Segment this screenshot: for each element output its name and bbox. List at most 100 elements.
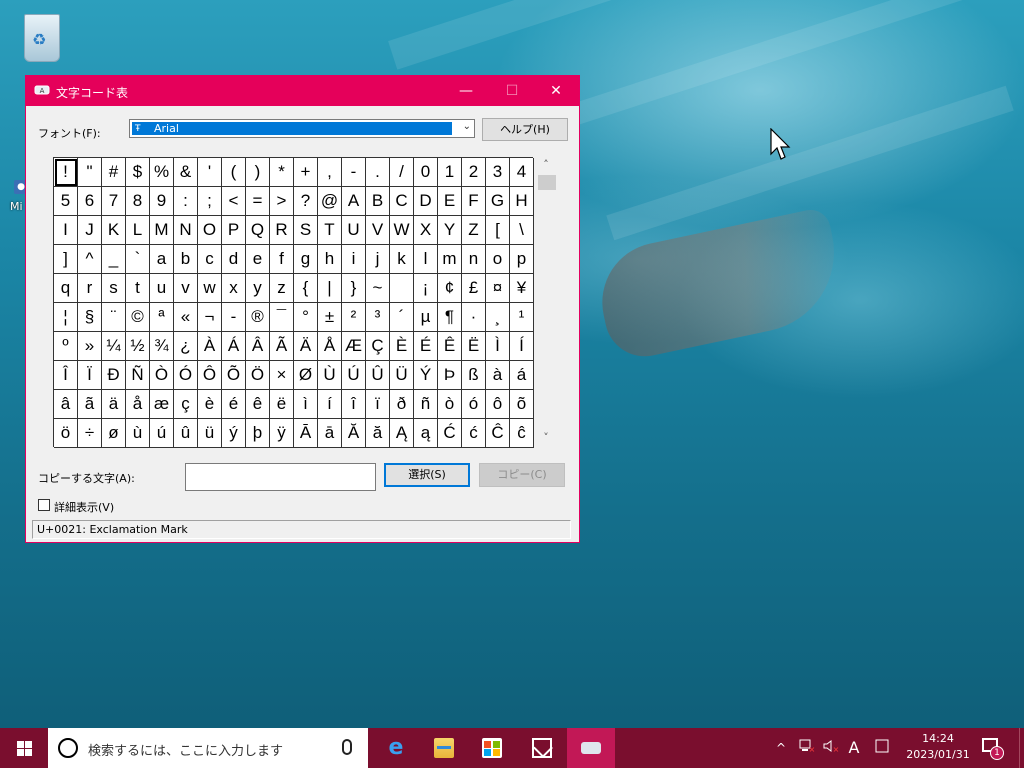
char-cell[interactable]: B	[366, 187, 390, 216]
char-cell[interactable]: 6	[78, 187, 102, 216]
char-cell[interactable]: p	[510, 245, 534, 274]
char-cell[interactable]: Á	[222, 332, 246, 361]
char-cell[interactable]: Ð	[102, 361, 126, 390]
char-cell[interactable]: ĉ	[510, 419, 534, 448]
char-cell[interactable]: Ç	[366, 332, 390, 361]
char-cell[interactable]: º	[54, 332, 78, 361]
char-cell[interactable]: O	[198, 216, 222, 245]
char-cell[interactable]: ô	[486, 390, 510, 419]
char-cell[interactable]: ª	[150, 303, 174, 332]
char-cell[interactable]: c	[198, 245, 222, 274]
char-cell[interactable]: ø	[102, 419, 126, 448]
char-cell[interactable]: û	[174, 419, 198, 448]
char-cell[interactable]: Z	[462, 216, 486, 245]
char-cell[interactable]: ¡	[414, 274, 438, 303]
char-cell[interactable]: Ø	[294, 361, 318, 390]
char-cell[interactable]: Ï	[78, 361, 102, 390]
copy-button[interactable]: コピー(C)	[479, 463, 565, 487]
char-cell[interactable]: $	[126, 158, 150, 187]
char-cell[interactable]: Y	[438, 216, 462, 245]
char-cell[interactable]: <	[222, 187, 246, 216]
char-cell[interactable]: 5	[54, 187, 78, 216]
char-cell[interactable]: {	[294, 274, 318, 303]
char-cell[interactable]: T	[318, 216, 342, 245]
char-cell[interactable]: À	[198, 332, 222, 361]
advanced-view-checkbox[interactable]	[38, 499, 50, 511]
char-cell[interactable]: ÷	[78, 419, 102, 448]
char-cell[interactable]: L	[126, 216, 150, 245]
charmap-taskbar-button[interactable]	[567, 728, 615, 768]
mail-taskbar-button[interactable]	[518, 728, 566, 768]
recycle-bin-icon[interactable]: ♻	[20, 8, 64, 70]
char-cell[interactable]: Þ	[438, 361, 462, 390]
char-cell[interactable]: ¯	[270, 303, 294, 332]
char-cell[interactable]: þ	[246, 419, 270, 448]
char-cell[interactable]: (	[222, 158, 246, 187]
char-cell[interactable]: 0	[414, 158, 438, 187]
char-cell[interactable]: Ê	[438, 332, 462, 361]
char-cell[interactable]: ¨	[102, 303, 126, 332]
char-cell[interactable]: =	[246, 187, 270, 216]
char-cell[interactable]: ā	[318, 419, 342, 448]
char-cell[interactable]: ©	[126, 303, 150, 332]
char-cell[interactable]: ý	[222, 419, 246, 448]
char-cell[interactable]: ¸	[486, 303, 510, 332]
select-button[interactable]: 選択(S)	[384, 463, 470, 487]
char-cell[interactable]: ă	[366, 419, 390, 448]
char-cell[interactable]: µ	[414, 303, 438, 332]
char-cell[interactable]: ¬	[198, 303, 222, 332]
char-cell[interactable]: ¾	[150, 332, 174, 361]
char-cell[interactable]: ã	[78, 390, 102, 419]
char-cell[interactable]: ?	[294, 187, 318, 216]
char-cell[interactable]: ¢	[438, 274, 462, 303]
char-cell[interactable]: ç	[174, 390, 198, 419]
char-cell[interactable]: t	[126, 274, 150, 303]
explorer-taskbar-button[interactable]	[420, 728, 468, 768]
char-cell[interactable]: Ù	[318, 361, 342, 390]
char-cell[interactable]	[390, 274, 414, 303]
char-cell[interactable]: >	[270, 187, 294, 216]
char-cell[interactable]: ï	[366, 390, 390, 419]
char-cell[interactable]: ×	[270, 361, 294, 390]
char-cell[interactable]: z	[270, 274, 294, 303]
microphone-icon[interactable]	[342, 739, 352, 755]
char-cell[interactable]: Û	[366, 361, 390, 390]
char-cell[interactable]: ~	[366, 274, 390, 303]
char-cell[interactable]: ì	[294, 390, 318, 419]
char-cell[interactable]: f	[270, 245, 294, 274]
taskbar-search-box[interactable]: 検索するには、ここに入力します	[48, 728, 368, 768]
char-cell[interactable]: `	[126, 245, 150, 274]
char-cell[interactable]: }	[342, 274, 366, 303]
char-cell[interactable]: R	[270, 216, 294, 245]
help-button[interactable]: ヘルプ(H)	[482, 118, 568, 141]
char-cell[interactable]: 2	[462, 158, 486, 187]
char-cell[interactable]: Ë	[462, 332, 486, 361]
char-cell[interactable]: Ą	[390, 419, 414, 448]
char-cell[interactable]: «	[174, 303, 198, 332]
char-cell[interactable]: F	[462, 187, 486, 216]
char-cell[interactable]: Â	[246, 332, 270, 361]
char-cell[interactable]: C	[390, 187, 414, 216]
char-cell[interactable]: ù	[126, 419, 150, 448]
char-cell[interactable]: P	[222, 216, 246, 245]
grid-scrollbar[interactable]: ˄ ˅	[536, 157, 556, 447]
char-cell[interactable]: m	[438, 245, 462, 274]
char-cell[interactable]: ñ	[414, 390, 438, 419]
night-light-icon[interactable]	[872, 739, 892, 757]
char-cell[interactable]: Ă	[342, 419, 366, 448]
char-cell[interactable]: ¶	[438, 303, 462, 332]
char-cell[interactable]: î	[342, 390, 366, 419]
char-cell[interactable]: ć	[462, 419, 486, 448]
char-cell[interactable]: ü	[198, 419, 222, 448]
char-cell[interactable]: *	[270, 158, 294, 187]
edge-taskbar-button[interactable]: e	[372, 728, 420, 768]
char-cell[interactable]: 8	[126, 187, 150, 216]
char-cell[interactable]: s	[102, 274, 126, 303]
char-cell[interactable]: l	[414, 245, 438, 274]
font-dropdown[interactable]: Ŧ Arial ⌄	[129, 119, 475, 138]
close-button[interactable]: ✕	[533, 76, 579, 106]
char-cell[interactable]: 4	[510, 158, 534, 187]
scroll-thumb[interactable]	[538, 175, 556, 190]
char-cell[interactable]: Ý	[414, 361, 438, 390]
char-cell[interactable]: ò	[438, 390, 462, 419]
